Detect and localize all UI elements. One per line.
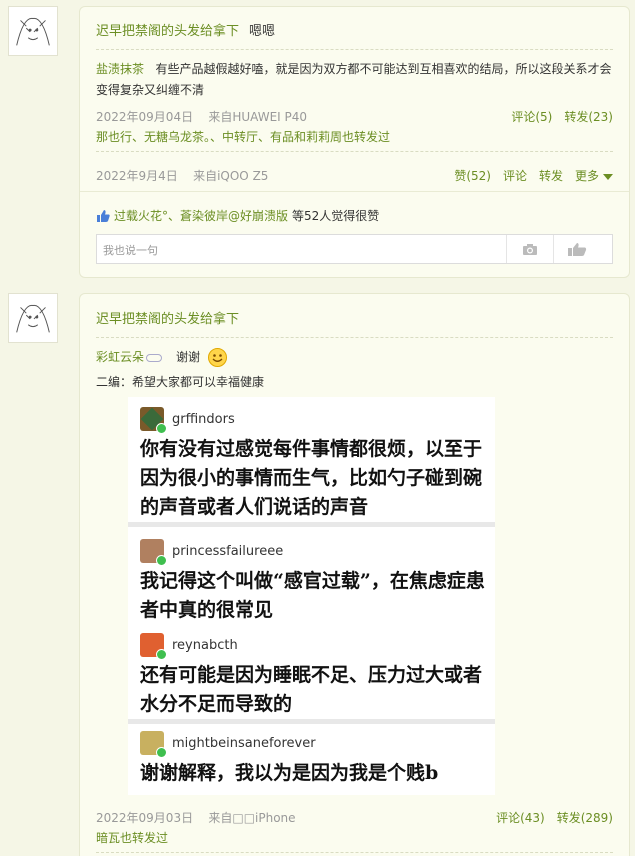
more-label: 更多 <box>574 169 599 183</box>
repost-badge-icon <box>156 555 167 566</box>
reposters-line: 暗瓦也转发过 <box>96 829 613 846</box>
image-post: princessfailureee 我记得这个叫做“感官过载”，在焦虑症患者中真… <box>140 539 485 625</box>
likers-link[interactable]: 过载火花°、蒼染彼岸@好崩溃版 <box>114 209 288 223</box>
post-username: grffindors <box>172 411 235 427</box>
quoted-actions: 评论(43) 转发(289) <box>484 809 613 826</box>
camera-icon <box>523 243 537 255</box>
more-link[interactable]: 更多 <box>575 169 613 183</box>
post-avatar <box>140 633 167 660</box>
quoted-source: 来自HUAWEI P40 <box>208 110 308 124</box>
post-actions: 赞(52) 评论 转发 更多 <box>442 167 613 184</box>
divider <box>96 49 613 50</box>
divider <box>96 852 613 853</box>
post-title-line: 迟早把禁阁的头发给拿下 <box>96 308 613 327</box>
camera-button[interactable] <box>506 235 553 263</box>
post-avatar <box>140 407 167 434</box>
quoted-user-link[interactable]: 盐渍抹茶 <box>96 62 144 76</box>
quoted-post: 盐渍抹茶 有些产品越假越好嗑，就是因为双方都不可能达到互相喜欢的结局，所以这段关… <box>96 59 615 101</box>
repost-badge-icon <box>156 423 167 434</box>
post-source: 来自iQOO Z5 <box>193 169 269 183</box>
post-title-line: 迟早把禁阁的头发给拿下 嗯嗯 <box>96 20 613 39</box>
divider <box>80 191 629 192</box>
likes-suffix: 等52人觉得很赞 <box>292 209 380 223</box>
avatar-sketch-icon <box>9 7 57 55</box>
avatar[interactable] <box>8 6 58 56</box>
post-text: 你有没有过感觉每件事情都很烦，以至于因为很小的事情而生气，比如勺子碰到碗的声音或… <box>140 438 483 518</box>
post-username: reynabcth <box>172 637 238 653</box>
feed-card: 迟早把禁阁的头发给拿下 嗯嗯 盐渍抹茶 有些产品越假越好嗑，就是因为双方都不可能达… <box>79 6 630 278</box>
avatar-sketch-icon <box>9 294 57 342</box>
post-separator <box>128 719 495 724</box>
smile-emoji-icon <box>207 348 227 367</box>
quoted-user-line: 彩虹云朵 谢谢 <box>96 348 613 367</box>
edit-note-text: 二编：希望大家都可以幸福健康 <box>96 375 265 389</box>
quoted-date[interactable]: 2022年09月04日 <box>96 110 193 124</box>
quoted-comment-link[interactable]: 评论(5) <box>511 110 552 124</box>
post-text: 我记得这个叫做“感官过载”，在焦虑症患者中真的很常见 <box>140 570 485 621</box>
author-link[interactable]: 迟早把禁阁的头发给拿下 <box>96 312 239 327</box>
comment-placeholder: 我也说一句 <box>103 244 158 257</box>
chevron-down-icon <box>603 173 613 180</box>
reposters-text[interactable]: 暗瓦也转发过 <box>96 831 168 845</box>
quoted-comment-link[interactable]: 评论(43) <box>496 811 545 825</box>
divider <box>96 151 613 152</box>
repost-link[interactable]: 转发 <box>539 169 563 183</box>
post-avatar <box>140 731 167 758</box>
divider <box>96 337 613 338</box>
quoted-date[interactable]: 2022年09月03日 <box>96 811 193 825</box>
post-text: 还有可能是因为睡眠不足、压力过大或者水分不足而导致的 <box>140 664 483 715</box>
feed-card: 迟早把禁阁的头发给拿下 彩虹云朵 谢谢 二编：希望大家都可以幸福健康 grffin… <box>79 293 630 856</box>
post-username: princessfailureee <box>172 543 284 559</box>
avatar[interactable] <box>8 293 58 343</box>
like-button[interactable] <box>553 235 600 263</box>
quoted-repost-link[interactable]: 转发(289) <box>557 811 613 825</box>
comment-link[interactable]: 评论 <box>503 169 527 183</box>
quoted-source: 来自□□iPhone <box>208 811 296 825</box>
likes-line: 过载火花°、蒼染彼岸@好崩溃版 等52人觉得很赞 <box>96 207 613 225</box>
post-date[interactable]: 2022年9月4日 <box>96 169 178 183</box>
post-text: 谢谢解释，我以为是因为我是个贱b <box>140 762 439 784</box>
image-post: grffindors 你有没有过感觉每件事情都很烦，以至于因为很小的事情而生气，… <box>140 407 485 522</box>
quoted-text: 有些产品越假越好嗑，就是因为双方都不可能达到互相喜欢的结局，所以这段关系才会变得… <box>96 62 612 97</box>
like-link[interactable]: 赞(52) <box>454 169 491 183</box>
reposters-line: 那也行、无糖乌龙茶。、中转厅、有品和莉莉周也转发过 <box>96 128 613 145</box>
edit-note: 二编：希望大家都可以幸福健康 <box>96 373 613 390</box>
image-post: mightbeinsaneforever 谢谢解释，我以为是因为我是个贱b <box>140 731 485 788</box>
screenshot-image[interactable]: grffindors 你有没有过感觉每件事情都很烦，以至于因为很小的事情而生气，… <box>128 397 495 795</box>
post-message: 嗯嗯 <box>249 24 276 39</box>
repost-badge-icon <box>156 649 167 660</box>
repost-badge-icon <box>156 747 167 758</box>
like-hand-icon <box>568 243 587 256</box>
cloud-icon <box>146 353 163 362</box>
thumbs-up-icon <box>96 209 110 225</box>
quoted-actions: 评论(5) 转发(23) <box>499 108 613 125</box>
post-avatar <box>140 539 167 566</box>
post-separator <box>128 522 495 527</box>
image-post: reynabcth 还有可能是因为睡眠不足、压力过大或者水分不足而导致的 <box>140 633 485 719</box>
quoted-message: 谢谢 <box>176 350 201 364</box>
quoted-user-link[interactable]: 彩虹云朵 <box>96 350 144 364</box>
comment-input-box[interactable]: 我也说一句 <box>96 234 613 264</box>
author-link[interactable]: 迟早把禁阁的头发给拿下 <box>96 24 239 39</box>
reposters-text[interactable]: 那也行、无糖乌龙茶。、中转厅、有品和莉莉周也转发过 <box>96 130 390 144</box>
post-username: mightbeinsaneforever <box>172 735 316 751</box>
quoted-repost-link[interactable]: 转发(23) <box>564 110 613 124</box>
